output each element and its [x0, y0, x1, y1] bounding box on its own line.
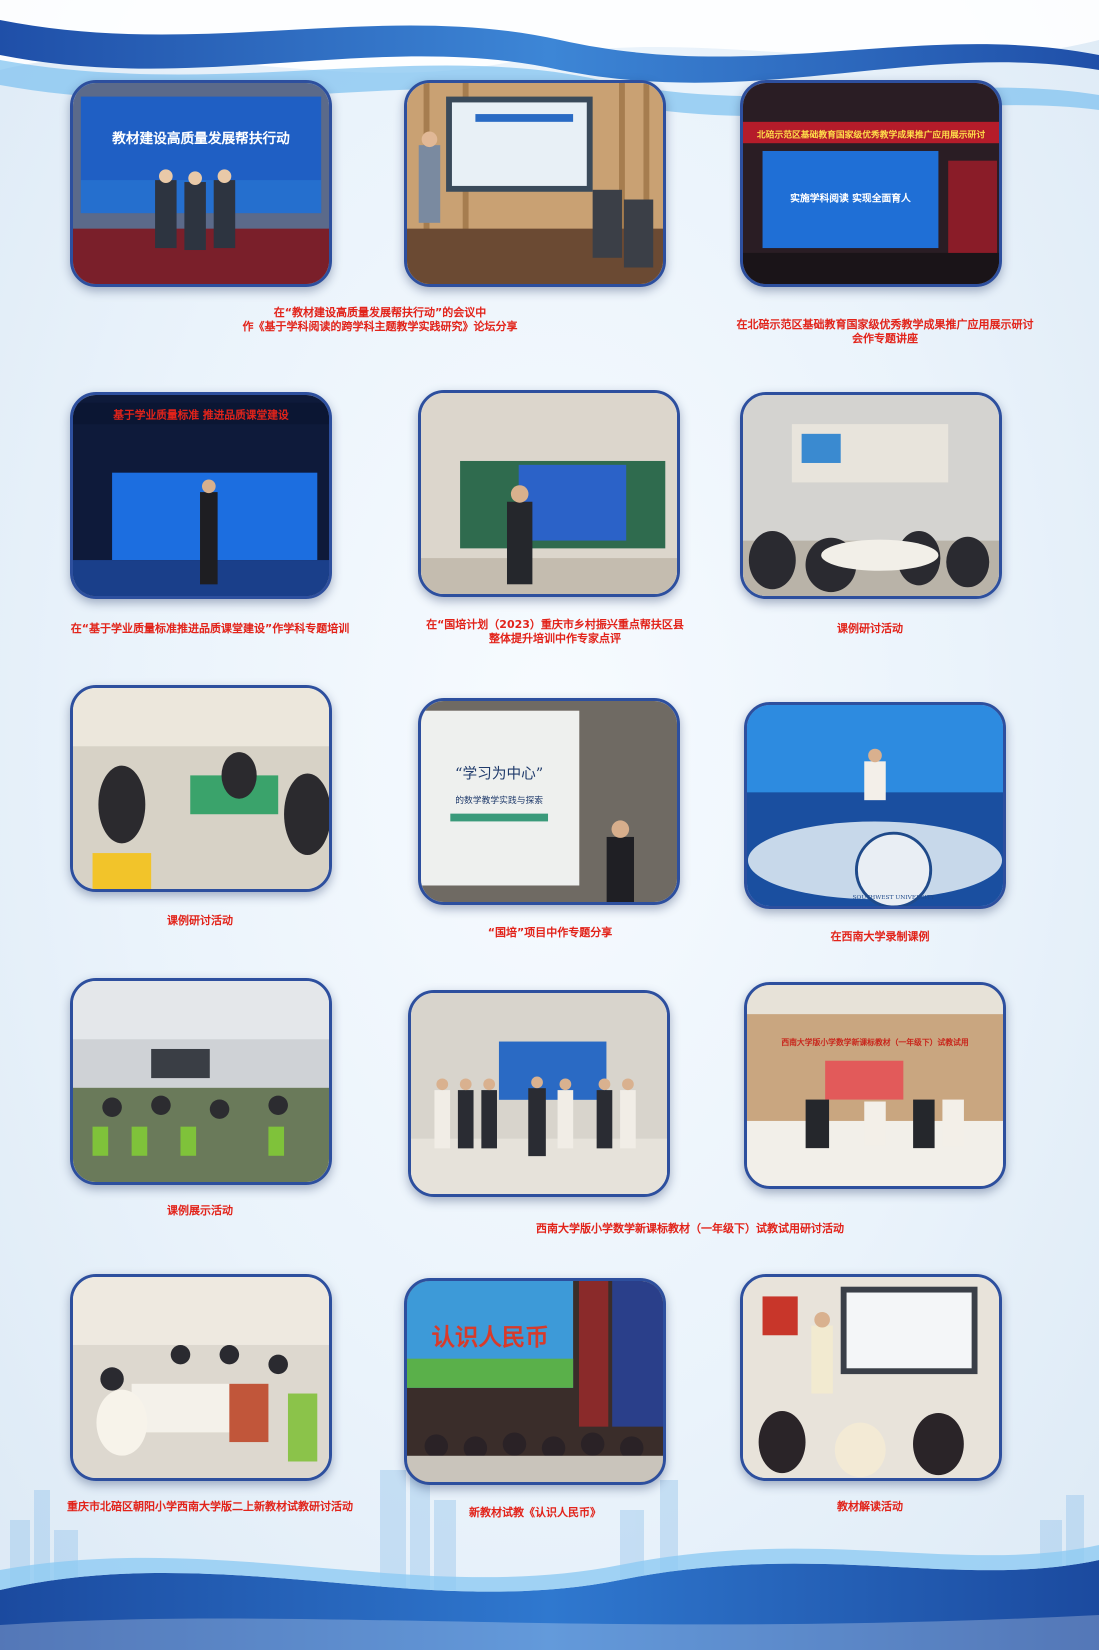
photo-lesson-demo — [70, 978, 332, 1185]
photo-new-textbook-group — [408, 990, 670, 1197]
screen-banner-text: 西南大学版小学数学新课标教材（一年级下）试教试用 — [781, 1037, 969, 1047]
photo-lecture-hall: 北碚示范区基础教育国家级优秀教学成果推广应用展示研讨 实施学科阅读 实现全面育人 — [740, 80, 1002, 287]
photo-lesson-discussion-1 — [740, 392, 1002, 599]
slide-title-text: “学习为中心” — [455, 766, 543, 783]
caption-photo-6: 课例研讨活动 — [810, 622, 930, 636]
caption-line: 课例研讨活动 — [167, 914, 233, 927]
caption-line: 会作专题讲座 — [852, 332, 918, 345]
photo-textbook-trial-seminar: 西南大学版小学数学新课标教材（一年级下）试教试用 — [744, 982, 1006, 1189]
emblem-text: SOUTHWEST UNIVERSITY — [853, 895, 935, 901]
caption-photo-10: 课例展示活动 — [140, 1204, 260, 1218]
caption-line: 在北碚示范区基础教育国家级优秀教学成果推广应用展示研讨 — [736, 318, 1034, 331]
photo-teaching-material-forum: 教材建设高质量发展帮扶行动 — [70, 80, 332, 287]
screen-title-text: 实施学科阅读 实现全面育人 — [790, 191, 911, 204]
screen-banner-text: 基于学业质量标准 推进品质课堂建设 — [112, 408, 289, 421]
caption-line: 课例研讨活动 — [837, 622, 903, 635]
caption-shared-row-4: 西南大学版小学数学新课标教材（一年级下）试教试用研讨活动 — [536, 1222, 844, 1235]
caption-photo-14: 新教材试教《认识人民币》 — [455, 1506, 615, 1520]
caption-line: 作《基于学科阅读的跨学科主题教学实践研究》论坛分享 — [242, 320, 518, 333]
caption-photo-4: 在“基于学业质量标准推进品质课堂建设”作学科专题培训 — [60, 622, 360, 636]
caption-line: 教材解读活动 — [837, 1500, 903, 1513]
screen-title-text: 教材建设高质量发展帮扶行动 — [111, 130, 290, 147]
photo-recording-studio: SOUTHWEST UNIVERSITY — [744, 702, 1006, 909]
caption-photo-13: 重庆市北碚区朝阳小学西南大学版二上新教材试教研讨活动 — [60, 1500, 360, 1514]
photo-guopei-sharing: “学习为中心” 的数学教学实践与探索 — [418, 698, 680, 905]
photo-textbook-interpretation — [740, 1274, 1002, 1481]
caption-line: 在“国培计划（2023）重庆市乡村振兴重点帮扶区县 — [426, 618, 684, 631]
screen-title-text: 认识人民币 — [431, 1323, 548, 1351]
caption-photo-5: 在“国培计划（2023）重庆市乡村振兴重点帮扶区县 整体提升培训中作专家点评 — [410, 618, 700, 646]
caption-line: 整体提升培训中作专家点评 — [489, 632, 621, 645]
caption-line: 在“教材建设高质量发展帮扶行动”的会议中 — [273, 306, 487, 319]
poster: 教材建设高质量发展帮扶行动 在“教材建设高质量发展帮扶行动”的会议中 作《基于学… — [0, 0, 1099, 1650]
photo-stage-training: 基于学业质量标准 推进品质课堂建设 — [70, 392, 332, 599]
caption-photo-3: 在北碚示范区基础教育国家级优秀教学成果推广应用展示研讨 会作专题讲座 — [730, 318, 1040, 346]
screen-banner-text: 北碚示范区基础教育国家级优秀教学成果推广应用展示研讨 — [757, 128, 985, 140]
caption-line: 在西南大学录制课例 — [830, 930, 930, 943]
caption-line: 在“基于学业质量标准推进品质课堂建设”作学科专题培训 — [70, 622, 350, 635]
photo-classroom-comment — [418, 390, 680, 597]
caption-photo-15: 教材解读活动 — [810, 1500, 930, 1514]
caption-photo-1: 在“教材建设高质量发展帮扶行动”的会议中 作《基于学科阅读的跨学科主题教学实践研… — [180, 306, 580, 334]
photo-lesson-discussion-2 — [70, 685, 332, 892]
caption-photo-9: 在西南大学录制课例 — [800, 930, 960, 944]
caption-line: 重庆市北碚区朝阳小学西南大学版二上新教材试教研讨活动 — [67, 1500, 353, 1513]
caption-line: “国培”项目中作专题分享 — [487, 926, 613, 939]
photo-presentation-room — [404, 80, 666, 287]
photo-new-textbook-trial-class: 认识人民币 — [404, 1278, 666, 1485]
slide-subtitle-text: 的数学教学实践与探索 — [455, 794, 543, 806]
photo-chaoyang-school-seminar — [70, 1274, 332, 1481]
caption-photo-7: 课例研讨活动 — [140, 914, 260, 928]
caption-line: 新教材试教《认识人民币》 — [469, 1506, 601, 1519]
caption-photo-8: “国培”项目中作专题分享 — [470, 926, 630, 940]
caption-line: 课例展示活动 — [167, 1204, 233, 1217]
